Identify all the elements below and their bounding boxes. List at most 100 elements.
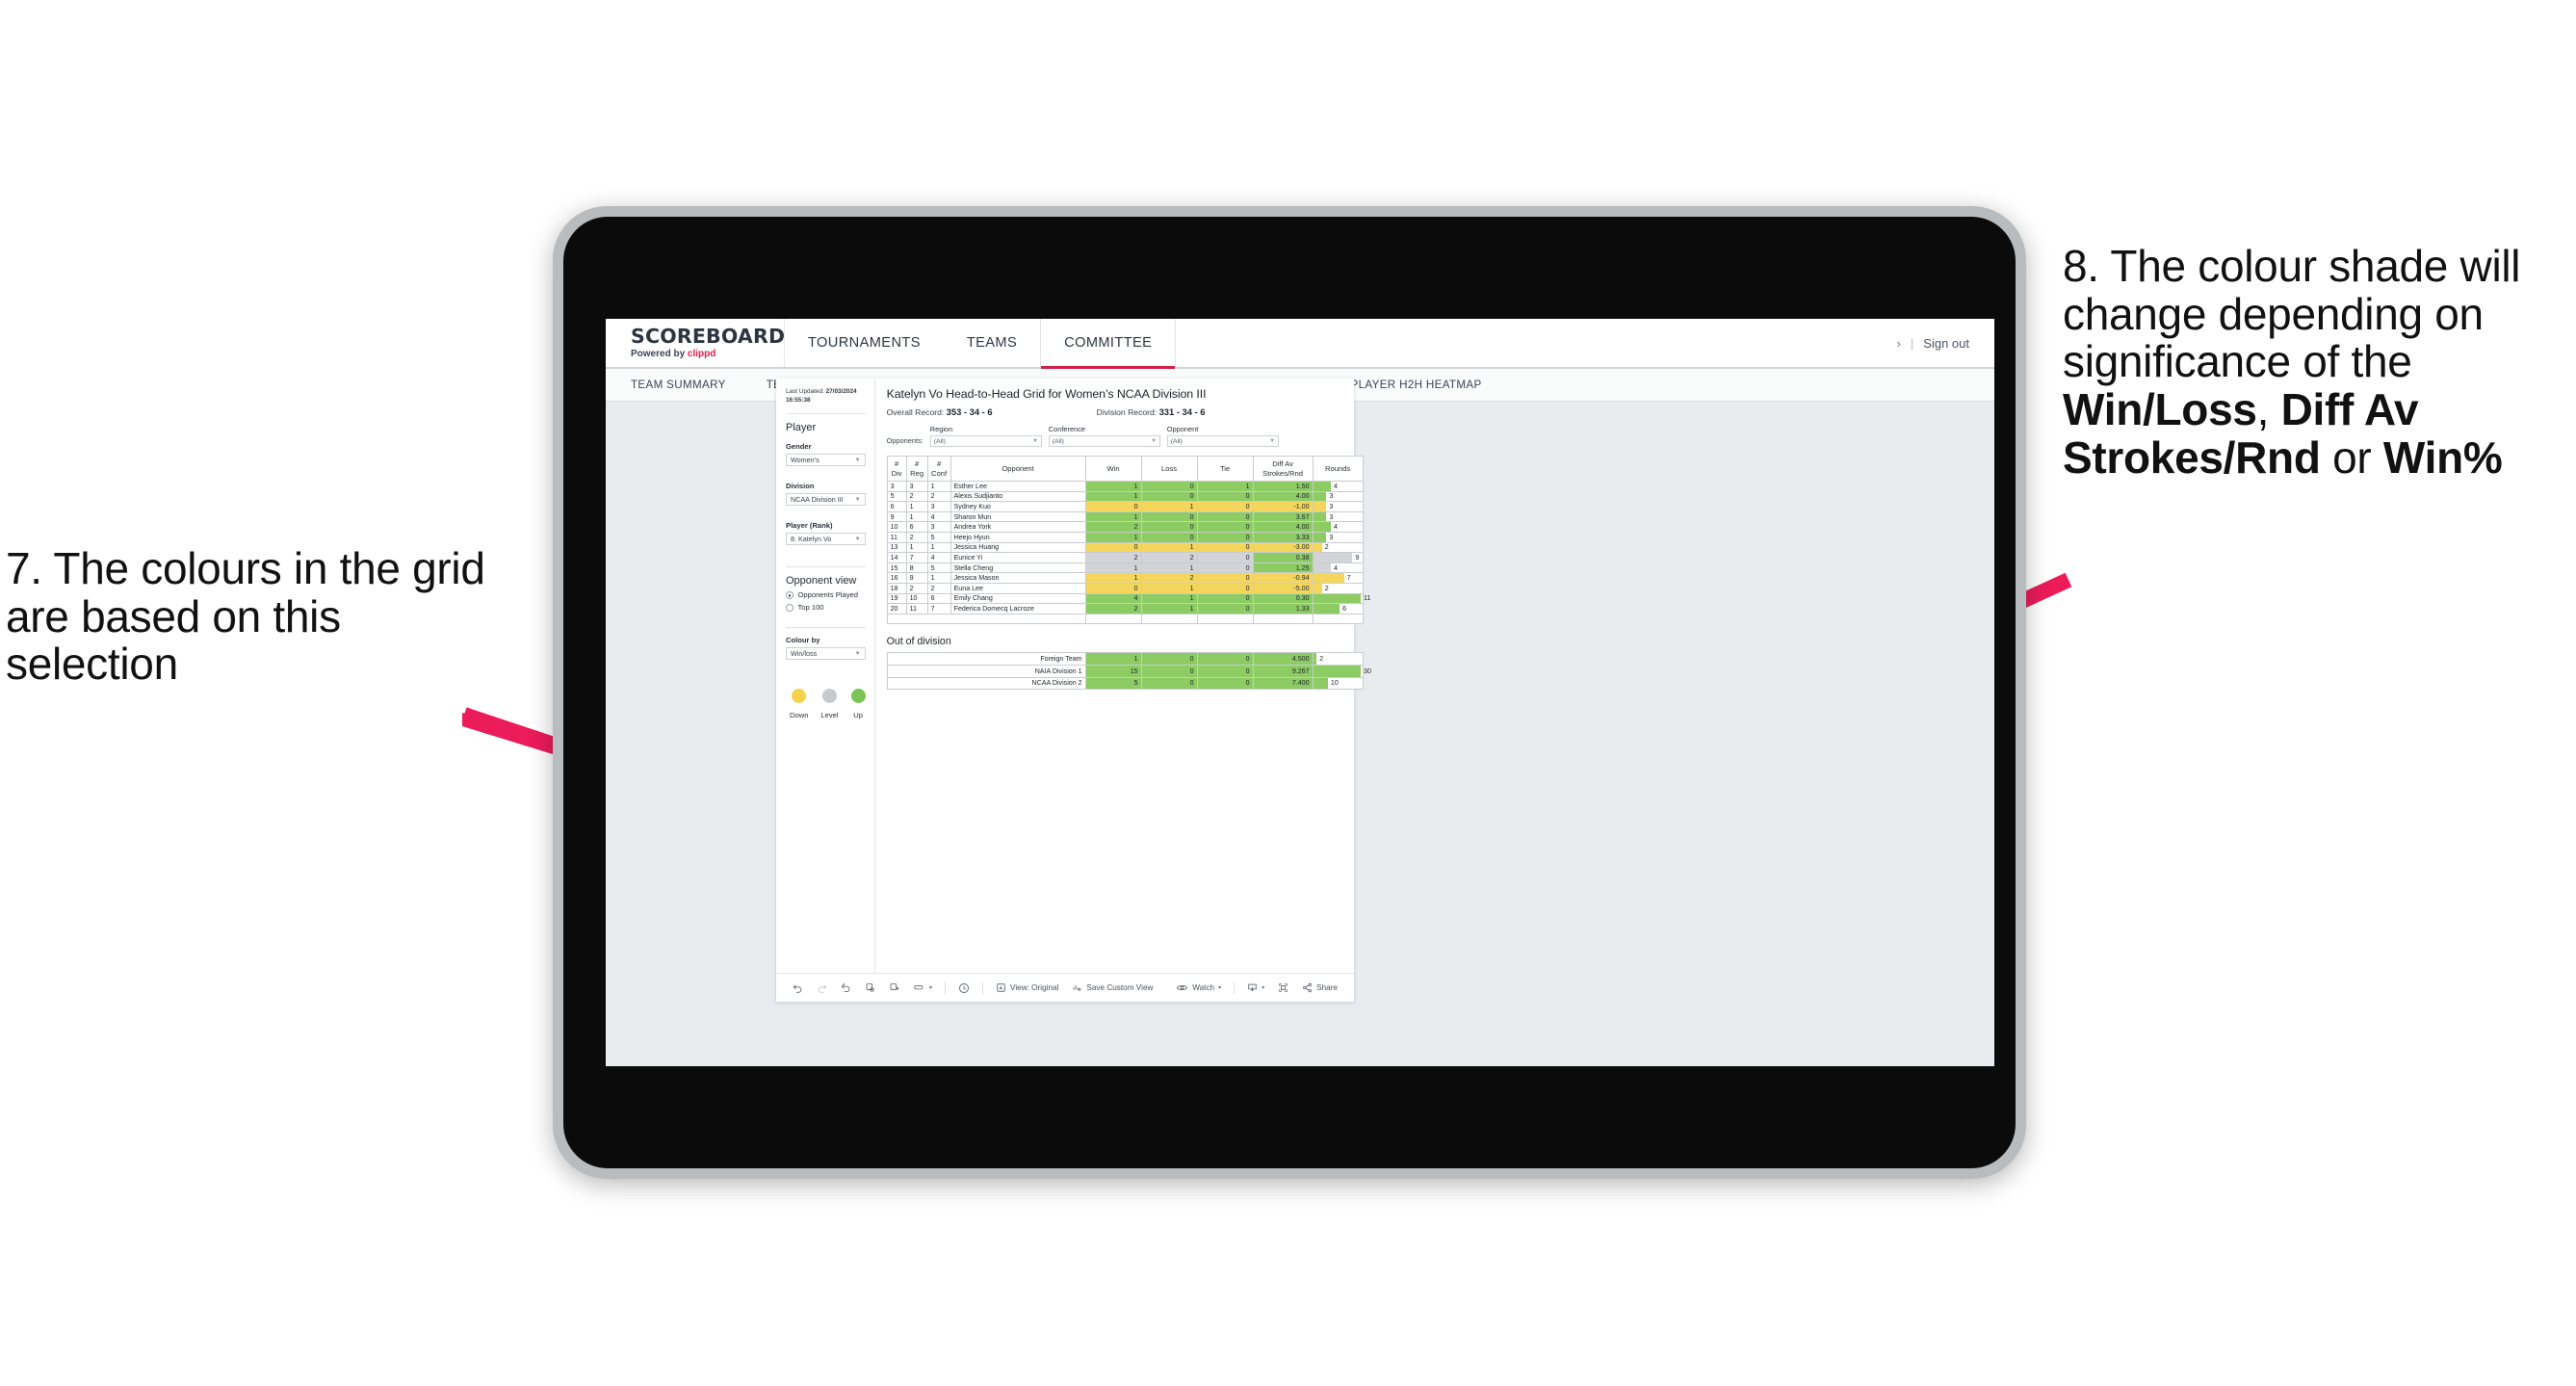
chevron-right-icon: › (1896, 335, 1901, 351)
ood-diff: 9.267 (1252, 664, 1314, 678)
conference-filter: Conference (All) ▼ (1048, 425, 1160, 447)
colour-legend: Down Level Up (786, 689, 866, 719)
table-row[interactable]: 6 1 3 Sydney Kuo 0 1 0 -1.00 3 (886, 501, 1364, 512)
save-custom-view-button[interactable]: Save Custom View (1065, 982, 1159, 993)
player-rank-select[interactable]: 8. Katelyn Vo ▼ (786, 533, 866, 546)
table-row[interactable]: 13 1 1 Jessica Huang 0 1 0 -3.00 2 (886, 541, 1364, 554)
col-rounds-top: Rounds (1324, 463, 1351, 473)
chevron-down-icon: ▾ (1218, 985, 1222, 991)
sign-out-area[interactable]: › | Sign out (1897, 319, 1994, 367)
row-conf: 1 (926, 481, 951, 492)
division-select[interactable]: NCAA Division III ▼ (786, 493, 866, 507)
row-conf: 7 (926, 603, 951, 615)
refresh-button[interactable] (858, 982, 882, 993)
brand-logo[interactable]: SCOREBOARD Powered by clippd (606, 319, 785, 367)
row-conf: 1 (926, 572, 951, 584)
legend-dot-down-icon (792, 689, 807, 704)
colour-by-value: Win/loss (791, 649, 818, 659)
ood-tie: 0 (1196, 664, 1254, 678)
ood-win: 5 (1084, 676, 1142, 691)
col-reg-bottom: Reg (910, 468, 924, 478)
undo-button[interactable] (786, 982, 810, 993)
table-row[interactable]: 11 2 5 Heejo Hyun 1 0 0 3.33 3 (886, 531, 1364, 543)
out-of-division-row[interactable]: Foreign Team 1 0 0 4.500 2 (886, 652, 1364, 666)
divider-2 (786, 566, 866, 568)
opponent-value: (All) (1170, 437, 1183, 445)
table-row[interactable]: 3 3 1 Esther Lee 1 0 1 1.50 4 (886, 481, 1364, 492)
col-div[interactable]: # Div (886, 456, 907, 482)
download-button[interactable]: ▾ (1240, 982, 1271, 993)
dashboard-card: Last Updated: 27/03/2024 16:55:38 Player… (776, 379, 1371, 1002)
row-opponent: Federica Domecq Lacroze (950, 603, 1086, 615)
row-rounds: 3 (1312, 501, 1364, 512)
radio-top-100[interactable]: Top 100 (786, 603, 866, 612)
table-row[interactable]: 9 1 4 Sharon Mun 1 0 0 3.67 3 (886, 510, 1364, 523)
out-of-division-row[interactable]: NCAA Division 2 5 0 0 7.400 10 (886, 676, 1364, 691)
topnav-item-committee[interactable]: COMMITTEE (1040, 319, 1177, 369)
row-diff: 1.50 (1252, 481, 1314, 492)
table-row[interactable]: 16 9 1 Jessica Mason 1 2 0 -0.94 7 (886, 572, 1364, 584)
radio-opponents-played[interactable]: Opponents Played (786, 590, 866, 599)
col-conf[interactable]: # Conf (926, 456, 951, 482)
highlight-button[interactable]: ▾ (906, 982, 939, 993)
out-of-division-row[interactable]: NAIA Division 1 15 0 0 9.267 30 (886, 664, 1371, 678)
col-reg[interactable]: # Reg (905, 456, 928, 482)
row-loss: 0 (1140, 521, 1198, 533)
table-row[interactable]: 18 2 2 Euna Lee 0 1 0 -5.00 2 (886, 582, 1364, 594)
subnav-item-team-summary[interactable]: TEAM SUMMARY (631, 379, 747, 391)
row-win: 2 (1084, 521, 1142, 533)
region-select[interactable]: (All) ▼ (929, 435, 1042, 447)
col-tie[interactable]: Tie (1196, 456, 1254, 482)
colour-by-select[interactable]: Win/loss ▼ (786, 647, 866, 661)
conference-select[interactable]: (All) ▼ (1048, 435, 1160, 447)
opponent-select[interactable]: (All) ▼ (1166, 435, 1279, 447)
col-opponent[interactable]: Opponent (950, 456, 1086, 482)
row-reg: 1 (905, 501, 928, 512)
row-loss: 2 (1140, 572, 1198, 584)
table-row[interactable]: 15 8 5 Stella Cheng 1 1 0 1.25 4 (886, 562, 1364, 574)
save-custom-view-label: Save Custom View (1086, 983, 1154, 992)
watch-button[interactable]: Watch ▾ (1169, 982, 1228, 993)
table-row[interactable]: 5 2 2 Alexis Sudjianto 1 0 0 4.00 3 (886, 490, 1364, 503)
row-opponent: Eunice Yi (950, 552, 1086, 563)
row-reg: 2 (905, 582, 928, 594)
row-reg: 10 (905, 592, 928, 605)
toolbar-divider-3 (1234, 981, 1236, 994)
col-conf-bottom: Conf (931, 468, 948, 478)
col-loss[interactable]: Loss (1140, 456, 1198, 482)
annotation-right-bold3: Win% (2382, 431, 2503, 483)
table-row[interactable]: 10 6 3 Andrea York 2 0 0 4.00 4 (886, 521, 1364, 533)
row-tie: 0 (1196, 490, 1254, 503)
fullscreen-button[interactable] (1271, 982, 1295, 993)
col-diff[interactable]: Diff Av Strokes/Rnd (1252, 456, 1314, 482)
topnav-item-tournaments[interactable]: TOURNAMENTS (785, 319, 944, 367)
overall-record: Overall Record: 353 - 34 - 6 (887, 406, 993, 417)
top-navigation: TOURNAMENTS TEAMS COMMITTEE (785, 319, 1177, 369)
pause-button[interactable] (882, 982, 906, 993)
ood-label: NCAA Division 2 (886, 676, 1086, 691)
topnav-item-teams[interactable]: TEAMS (944, 319, 1040, 367)
redo-button[interactable] (810, 982, 834, 993)
table-row[interactable]: 14 7 4 Eunice Yi 2 2 0 0.38 9 (886, 552, 1364, 563)
row-conf: 4 (926, 552, 951, 563)
table-row[interactable]: 20 11 7 Federica Domecq Lacroze 2 1 0 1.33 6 (886, 603, 1364, 615)
row-diff: -3.00 (1252, 541, 1314, 554)
gender-select[interactable]: Women’s ▼ (786, 454, 866, 467)
row-opponent: Jessica Mason (950, 572, 1086, 584)
view-original-button[interactable]: View: Original (989, 982, 1065, 993)
col-win[interactable]: Win (1084, 456, 1142, 482)
gender-value: Women’s (791, 456, 820, 465)
share-button[interactable]: Share (1295, 982, 1344, 993)
table-row[interactable]: 19 10 6 Emily Chang 4 1 0 0.30 11 (886, 592, 1370, 605)
row-loss: 1 (1140, 541, 1198, 554)
row-win: 1 (1084, 531, 1142, 543)
revert-button[interactable] (834, 982, 858, 993)
filter-section-title: Player (786, 422, 817, 434)
row-tie: 0 (1196, 501, 1254, 512)
alerts-button[interactable] (951, 982, 976, 994)
division-label: Division (786, 482, 815, 491)
row-tie: 0 (1196, 592, 1254, 605)
grid-content: Katelyn Vo Head-to-Head Grid for Women’s… (875, 379, 1375, 973)
col-rounds[interactable]: Rounds (1312, 456, 1364, 482)
colour-by-label: Colour by (786, 636, 820, 645)
